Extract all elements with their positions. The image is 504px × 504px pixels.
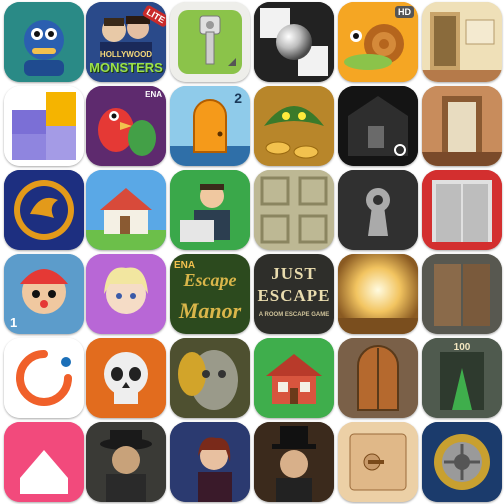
doors-two-app-icon[interactable]: 2 <box>170 86 250 166</box>
keyhole-app-icon[interactable] <box>338 170 418 250</box>
clown-app-icon[interactable]: 1 <box>4 254 84 334</box>
safe-app-icon[interactable] <box>338 422 418 502</box>
dark-house-app-icon[interactable] <box>338 86 418 166</box>
house-app-icon[interactable] <box>86 170 166 250</box>
keyhole-icon <box>338 170 418 250</box>
silver-ball-icon <box>254 2 334 82</box>
switch-icon <box>170 2 250 82</box>
anime-girl-icon <box>86 254 166 334</box>
hallway-icon <box>422 2 502 82</box>
up-arrow-icon <box>4 422 84 502</box>
stone-face-icon <box>170 338 250 418</box>
loading-circle-app-icon[interactable] <box>4 338 84 418</box>
elevator-app-icon[interactable] <box>422 170 502 250</box>
snail-app-icon[interactable]: HD <box>338 2 418 82</box>
anime-girl-app-icon[interactable] <box>86 254 166 334</box>
skull-app-icon[interactable] <box>86 338 166 418</box>
monsters-title: MONSTERS <box>89 60 163 75</box>
vault-app-icon[interactable] <box>422 422 502 502</box>
green-switch-app-icon[interactable] <box>170 2 250 82</box>
safe-box-icon <box>338 422 418 502</box>
loading-ring-icon <box>4 338 84 418</box>
elevator-doors-icon <box>422 170 502 250</box>
just-title: JUST <box>271 264 317 283</box>
escape-title: ESCAPE <box>257 286 331 305</box>
pattern-tile-app-icon[interactable] <box>254 170 334 250</box>
hallway-room-app-icon[interactable] <box>422 2 502 82</box>
gentleman-icon <box>254 422 334 502</box>
robot-hero-icon <box>4 2 84 82</box>
wood-door-icon <box>338 338 418 418</box>
businessman-icon <box>170 170 250 250</box>
tile-pattern-icon <box>254 170 334 250</box>
manor-title: Manor <box>178 298 242 323</box>
skull-icon <box>86 338 166 418</box>
hd-badge: HD <box>395 6 414 18</box>
dragon-treasure-app-icon[interactable] <box>254 86 334 166</box>
businessman-app-icon[interactable] <box>170 170 250 250</box>
pink-arrow-app-icon[interactable] <box>4 422 84 502</box>
hollywood-title: HOLLYWOOD <box>99 50 153 59</box>
dark-room-icon <box>338 86 418 166</box>
parrot-app-icon[interactable]: ENA <box>86 86 166 166</box>
vault-door-icon <box>422 422 502 502</box>
level-number: 2 <box>234 90 242 106</box>
wood-door-app-icon[interactable] <box>338 338 418 418</box>
ena-badge: ENA <box>145 90 162 99</box>
wooden-doors-app-icon[interactable] <box>422 254 502 334</box>
escape-title: Escape <box>183 270 237 290</box>
dragon-coins-icon <box>254 86 334 166</box>
glowing-door-icon <box>338 254 418 334</box>
wooden-doors-icon <box>422 254 502 334</box>
robot-hero-app-icon[interactable] <box>4 2 84 82</box>
purple-blocks-app-icon[interactable] <box>4 86 84 166</box>
doorway-icon <box>422 86 502 166</box>
escape-manor-app-icon[interactable]: ENA Escape Manor <box>170 254 250 334</box>
red-house-icon <box>254 338 334 418</box>
silver-ball-app-icon[interactable] <box>254 2 334 82</box>
detective-app-icon[interactable] <box>86 422 166 502</box>
cube-blocks-icon <box>4 86 84 166</box>
gold-dragon-app-icon[interactable] <box>4 170 84 250</box>
subtitle: A ROOM ESCAPE GAME <box>258 312 330 318</box>
hollywood-monsters-app-icon[interactable]: LITE HOLLYWOOD MONSTERS <box>86 2 166 82</box>
woman-night-app-icon[interactable] <box>170 422 250 502</box>
house-icon <box>86 170 166 250</box>
red-house-app-icon[interactable] <box>254 338 334 418</box>
detective-icon <box>86 422 166 502</box>
doorway-room-app-icon[interactable] <box>422 86 502 166</box>
top-hat-gentleman-app-icon[interactable] <box>254 422 334 502</box>
woman-portrait-icon <box>170 422 250 502</box>
door-count-label: 100 <box>453 342 471 353</box>
stone-face-app-icon[interactable] <box>170 338 250 418</box>
app-icon-grid: LITE HOLLYWOOD MONSTERS HD ENA 2 1 ENA E… <box>0 0 504 504</box>
bright-door-app-icon[interactable] <box>338 254 418 334</box>
just-escape-app-icon[interactable]: JUST ESCAPE A ROOM ESCAPE GAME <box>254 254 334 334</box>
doors-100-app-icon[interactable]: 100 <box>422 338 502 418</box>
dragon-emblem-icon <box>4 170 84 250</box>
level-number: 1 <box>10 315 18 330</box>
